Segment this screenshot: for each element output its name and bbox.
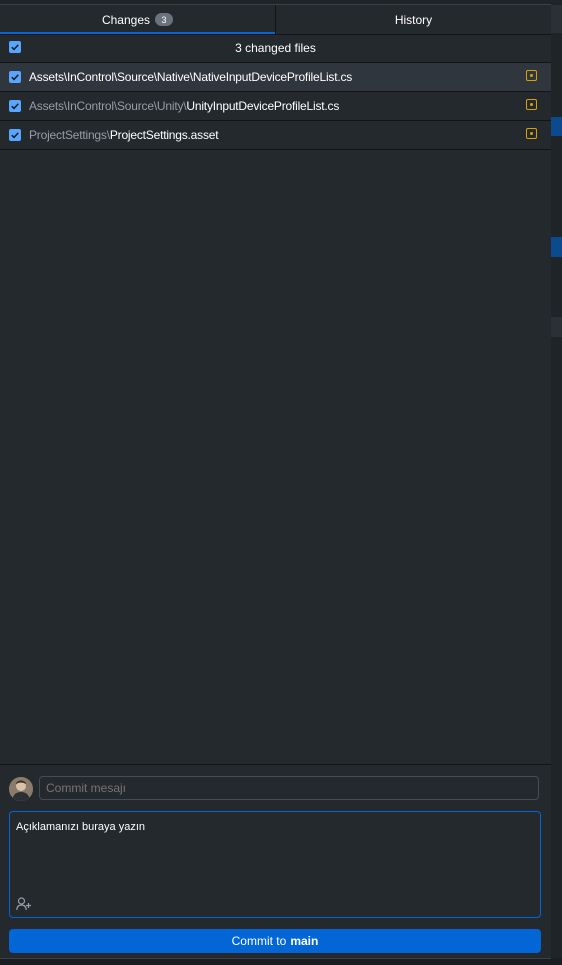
commit-summary-input[interactable]: [39, 776, 539, 800]
commit-description-field[interactable]: Açıklamanızı buraya yazın: [9, 811, 541, 918]
user-avatar: [9, 777, 33, 801]
check-icon: [11, 74, 19, 81]
tab-changes-label: Changes: [101, 12, 151, 27]
select-all-checkbox[interactable]: [9, 41, 21, 53]
gutter-segment: [551, 317, 562, 337]
tab-history[interactable]: History: [275, 5, 551, 34]
commit-button[interactable]: Commit to main: [9, 929, 541, 953]
commit-description-placeholder: Açıklamanızı buraya yazın: [16, 821, 146, 833]
file-include-checkbox[interactable]: [9, 100, 21, 112]
commit-branch-name: main: [290, 934, 319, 948]
changes-panel: Changes 3 History 3 changed files Assets…: [0, 5, 551, 964]
changed-files-header: 3 changed files: [0, 34, 551, 63]
file-list: Assets\InControl\Source\Native\NativeInp…: [0, 63, 551, 150]
avatar-image: [9, 777, 33, 801]
file-path: ProjectSettings\ProjectSettings.asset: [29, 128, 219, 142]
file-name: UnityInputDeviceProfileList.cs: [186, 99, 340, 113]
file-row[interactable]: ProjectSettings\ProjectSettings.asset: [0, 121, 551, 150]
file-modified-icon: [526, 128, 537, 139]
file-directory: Assets\InControl\Source\Unity\: [29, 99, 187, 113]
changed-files-count: 3 changed files: [235, 41, 316, 55]
file-path: Assets\InControl\Source\Unity\UnityInput…: [29, 99, 339, 113]
commit-form: Açıklamanızı buraya yazın Commit tomain: [0, 764, 551, 964]
file-directory: ProjectSettings\: [29, 128, 110, 142]
bottom-border: [0, 958, 562, 965]
file-row[interactable]: Assets\InControl\Source\Unity\UnityInput…: [0, 92, 551, 121]
check-icon: [11, 44, 19, 51]
file-include-checkbox[interactable]: [9, 129, 21, 141]
file-include-checkbox[interactable]: [9, 71, 21, 83]
gutter-marker: [551, 117, 562, 136]
tab-changes[interactable]: Changes 3: [0, 5, 275, 34]
check-icon: [11, 132, 19, 139]
file-name: ProjectSettings.asset: [109, 128, 219, 142]
tab-history-label: History: [394, 12, 433, 27]
file-name: NativeInputDeviceProfileList.cs: [192, 70, 353, 84]
gutter-marker: [551, 237, 562, 257]
changes-count-badge: 3: [155, 13, 174, 26]
tab-bar: Changes 3 History: [0, 5, 551, 35]
file-row[interactable]: Assets\InControl\Source\Native\NativeInp…: [0, 63, 551, 92]
file-path: Assets\InControl\Source\Native\NativeInp…: [29, 70, 352, 84]
add-coauthor-icon[interactable]: [16, 897, 32, 911]
file-modified-icon: [526, 99, 537, 110]
commit-button-label: Commit to: [231, 934, 287, 948]
file-directory: Assets\InControl\Source\Native\: [29, 70, 193, 84]
gutter-segment: [551, 5, 562, 33]
diff-overview-gutter: [551, 5, 562, 958]
file-modified-icon: [526, 70, 537, 81]
check-icon: [11, 103, 19, 110]
